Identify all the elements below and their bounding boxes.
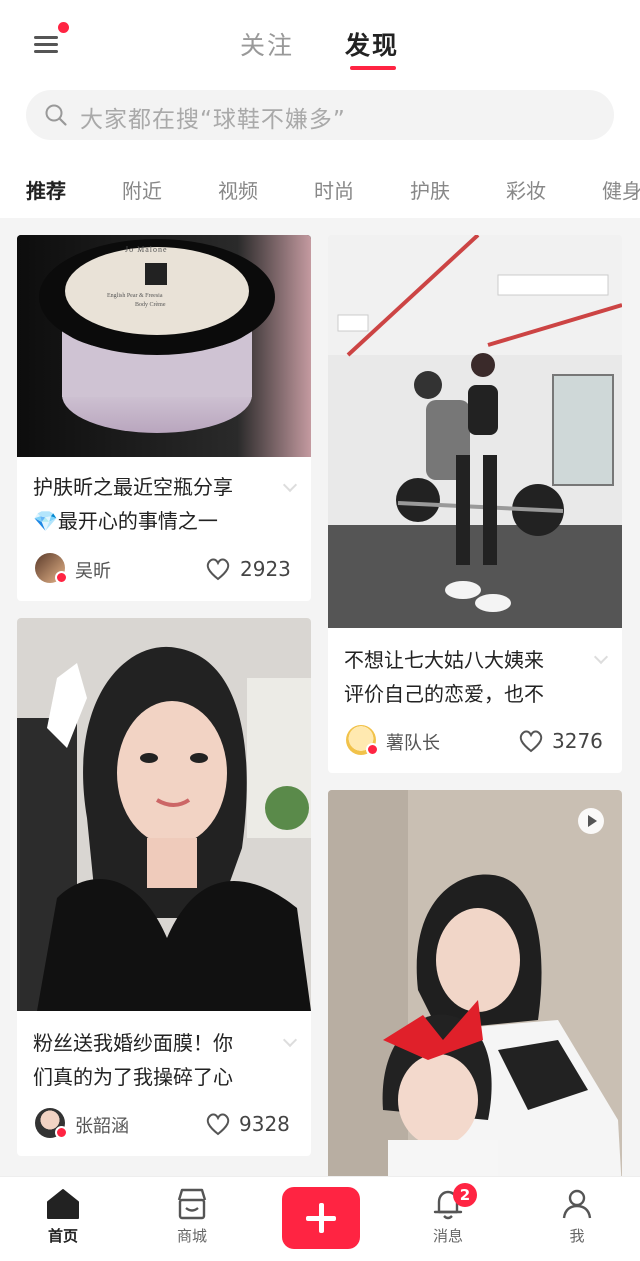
search-placeholder: 大家都在搜“球鞋不嫌多” [80,107,346,133]
search-bar[interactable]: 大家都在搜“球鞋不嫌多” [26,90,614,140]
category-fashion[interactable]: 时尚 [314,175,354,204]
card-title-line1: 粉丝送我婚纱面膜！你 [33,1031,233,1055]
verified-badge [366,743,379,756]
like-count: 3276 [552,729,603,753]
category-nearby[interactable]: 附近 [122,175,162,204]
category-fitness[interactable]: 健身 [602,175,640,204]
card-title: 护肤昕之最近空瓶分享 💎最开心的事情之一 [33,470,273,538]
video-play-icon [578,808,604,834]
card-image[interactable]: Jo Malone English Pear & Freesia Body Cr… [17,235,311,457]
chevron-down-icon[interactable] [282,477,298,493]
woman-selfie-image [17,618,311,1011]
active-tab-indicator [350,66,396,70]
category-bar: 推荐 附近 视频 时尚 护肤 彩妆 健身 [0,160,640,218]
feed: Jo Malone English Pear & Freesia Body Cr… [0,218,640,1176]
heart-icon[interactable] [205,1112,231,1136]
store-icon [177,1188,207,1220]
search-icon [45,104,67,126]
author-name[interactable]: 薯队长 [386,729,440,755]
category-makeup[interactable]: 彩妆 [506,175,546,204]
jar-label-brand: Jo Malone [125,245,168,254]
verified-badge [55,1126,68,1139]
jar-label-scent: English Pear & Freesia [107,293,163,299]
note-card[interactable]: 粉丝送我婚纱面膜！你 们真的为了我操碎了心 张韶涵 9328 [17,618,311,1156]
card-title-line2: 们真的为了我操碎了心 [33,1065,233,1089]
jar-label-type: Body Crème [135,302,166,308]
note-card[interactable] [328,790,622,1176]
note-card[interactable]: 不想让七大姑八大姨来 评价自己的恋爱，也不 薯队长 3276 [328,235,622,773]
heart-icon[interactable] [205,557,231,581]
home-icon [47,1189,79,1219]
card-title-line1: 护肤昕之最近空瓶分享 [33,475,233,499]
mother-daughter-image [328,790,622,1176]
tab-discover[interactable]: 发现 [345,26,399,62]
post-button[interactable] [282,1187,360,1249]
like-count: 9328 [239,1112,290,1136]
verified-badge [55,571,68,584]
nav-store-label: 商城 [176,1227,207,1245]
category-skincare[interactable]: 护肤 [410,175,450,204]
category-recommend[interactable]: 推荐 [26,175,66,204]
author-name[interactable]: 吴昕 [75,557,111,583]
like-count: 2923 [240,557,291,581]
card-title-line2: 💎最开心的事情之一 [33,509,218,533]
person-icon [562,1189,592,1219]
plus-icon-stem [319,1203,324,1233]
cream-jar-image [17,235,311,457]
bottom-nav: 首页 商城 消息 2 我 [0,1176,640,1261]
card-image[interactable] [328,235,622,628]
card-title: 粉丝送我婚纱面膜！你 们真的为了我操碎了心 [33,1026,273,1094]
category-video[interactable]: 视频 [218,175,258,204]
nav-me[interactable]: 我 [537,1187,617,1257]
app-header: 关注 发现 大家都在搜“球鞋不嫌多” [0,0,640,160]
author-name[interactable]: 张韶涵 [75,1112,129,1138]
gym-couple-image [328,235,622,628]
card-image[interactable] [17,618,311,1011]
nav-me-label: 我 [569,1227,585,1245]
card-title: 不想让七大姑八大姨来 评价自己的恋爱，也不 [344,643,584,711]
nav-store[interactable]: 商城 [152,1187,232,1257]
note-card[interactable]: Jo Malone English Pear & Freesia Body Cr… [17,235,311,601]
nav-home[interactable]: 首页 [23,1187,103,1257]
nav-messages-label: 消息 [432,1227,463,1245]
heart-icon[interactable] [518,729,544,753]
tab-follow[interactable]: 关注 [240,26,294,62]
chevron-down-icon[interactable] [282,1032,298,1048]
message-count-badge: 2 [453,1183,477,1207]
card-image[interactable] [328,790,622,1176]
card-title-line2: 评价自己的恋爱，也不 [344,682,544,706]
top-tabs: 关注 发现 [0,26,640,76]
nav-home-label: 首页 [47,1227,78,1245]
card-title-line1: 不想让七大姑八大姨来 [344,648,544,672]
chevron-down-icon[interactable] [593,649,609,665]
